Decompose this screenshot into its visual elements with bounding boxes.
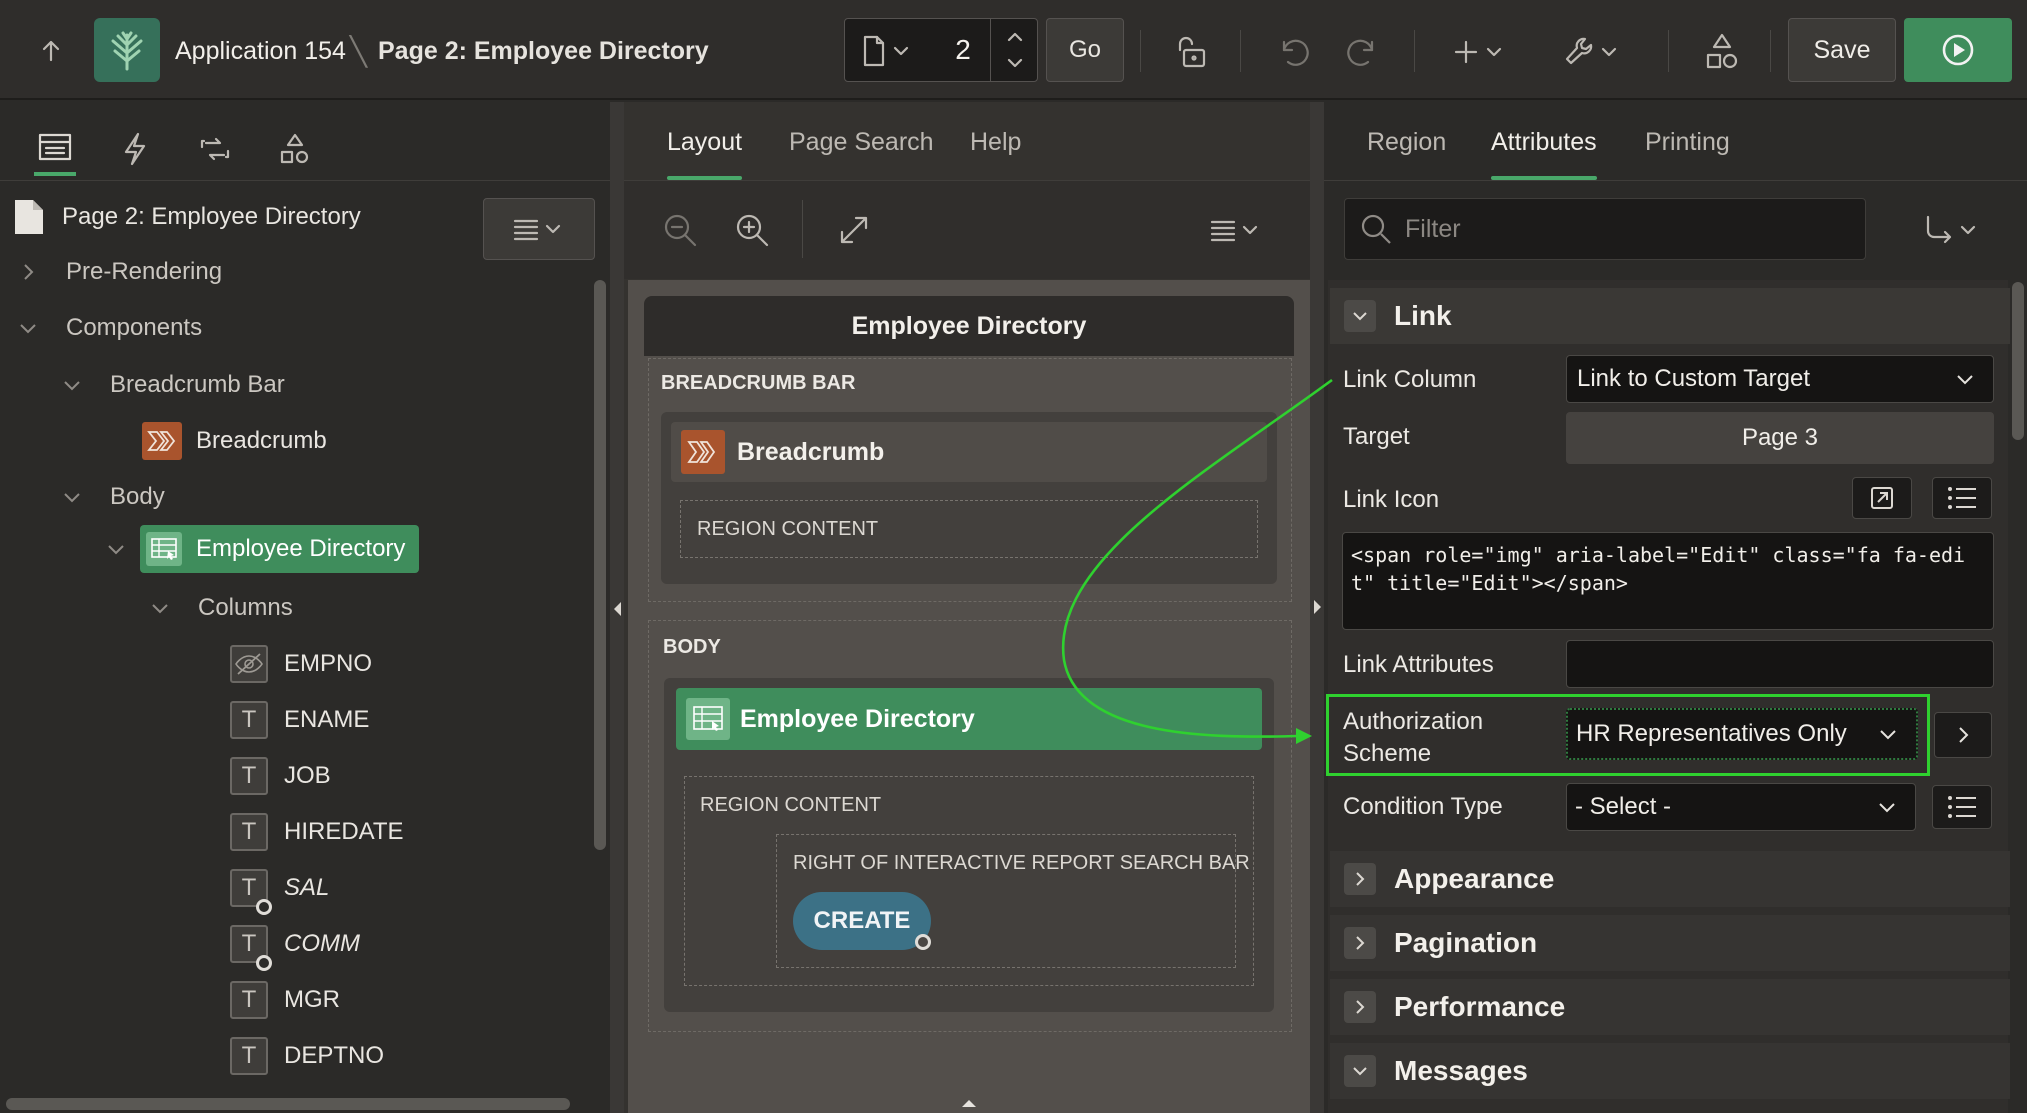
annotation-arrow xyxy=(1061,378,1333,744)
